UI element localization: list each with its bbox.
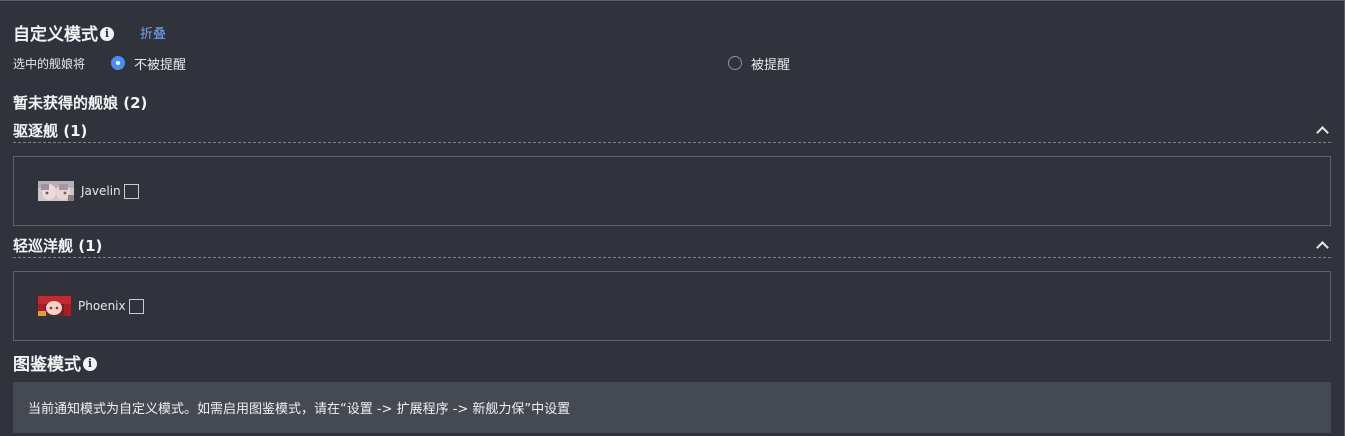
selected-ships-label: 选中的舰娘将 xyxy=(13,57,86,71)
category-header-destroyer[interactable]: 驱逐舰 (1) xyxy=(13,118,1331,143)
dex-mode-header: 图鉴模式 i xyxy=(13,350,97,375)
ship-entry: Javelin xyxy=(38,181,139,201)
category-header-light-cruiser[interactable]: 轻巡洋舰 (1) xyxy=(13,233,1331,258)
radio-button-checked[interactable] xyxy=(111,56,125,70)
ship-name: Javelin xyxy=(81,184,121,198)
radio-notified[interactable]: 被提醒 xyxy=(728,55,791,73)
collapse-link[interactable]: 折叠 xyxy=(140,23,166,42)
notice-text: 当前通知模式为自定义模式。如需启用图鉴模式，请在“设置 -> 扩展程序 -> 新… xyxy=(28,402,571,417)
javelin-portrait-icon xyxy=(38,181,74,201)
ship-list-light-cruiser: Phoenix xyxy=(13,271,1331,341)
dex-mode-title: 图鉴模式 xyxy=(13,355,81,375)
info-icon[interactable]: i xyxy=(100,27,114,41)
chevron-up-icon[interactable] xyxy=(1316,126,1329,139)
ship-checkbox[interactable] xyxy=(128,298,144,314)
chevron-up-icon[interactable] xyxy=(1316,241,1329,254)
radio-label: 不被提醒 xyxy=(134,57,187,73)
radio-button-unchecked[interactable] xyxy=(728,56,742,70)
ship-entry: Phoenix xyxy=(38,296,144,316)
radio-label: 被提醒 xyxy=(751,57,791,73)
info-icon[interactable]: i xyxy=(83,357,97,371)
radio-not-notified[interactable]: 不被提醒 xyxy=(111,55,187,73)
ship-checkbox[interactable] xyxy=(123,183,139,199)
phoenix-portrait-icon xyxy=(38,296,71,316)
top-border xyxy=(0,0,1345,1)
ship-list-destroyer: Javelin xyxy=(13,156,1331,226)
category-title: 驱逐舰 (1) xyxy=(13,121,88,140)
dex-mode-notice: 当前通知模式为自定义模式。如需启用图鉴模式，请在“设置 -> 扩展程序 -> 新… xyxy=(13,382,1331,433)
custom-mode-title: 自定义模式 xyxy=(13,25,98,45)
custom-mode-header: 自定义模式 i 折叠 xyxy=(13,20,166,45)
ship-name: Phoenix xyxy=(78,299,126,313)
category-title: 轻巡洋舰 (1) xyxy=(13,236,103,255)
unacquired-title: 暂未获得的舰娘 (2) xyxy=(13,94,148,112)
